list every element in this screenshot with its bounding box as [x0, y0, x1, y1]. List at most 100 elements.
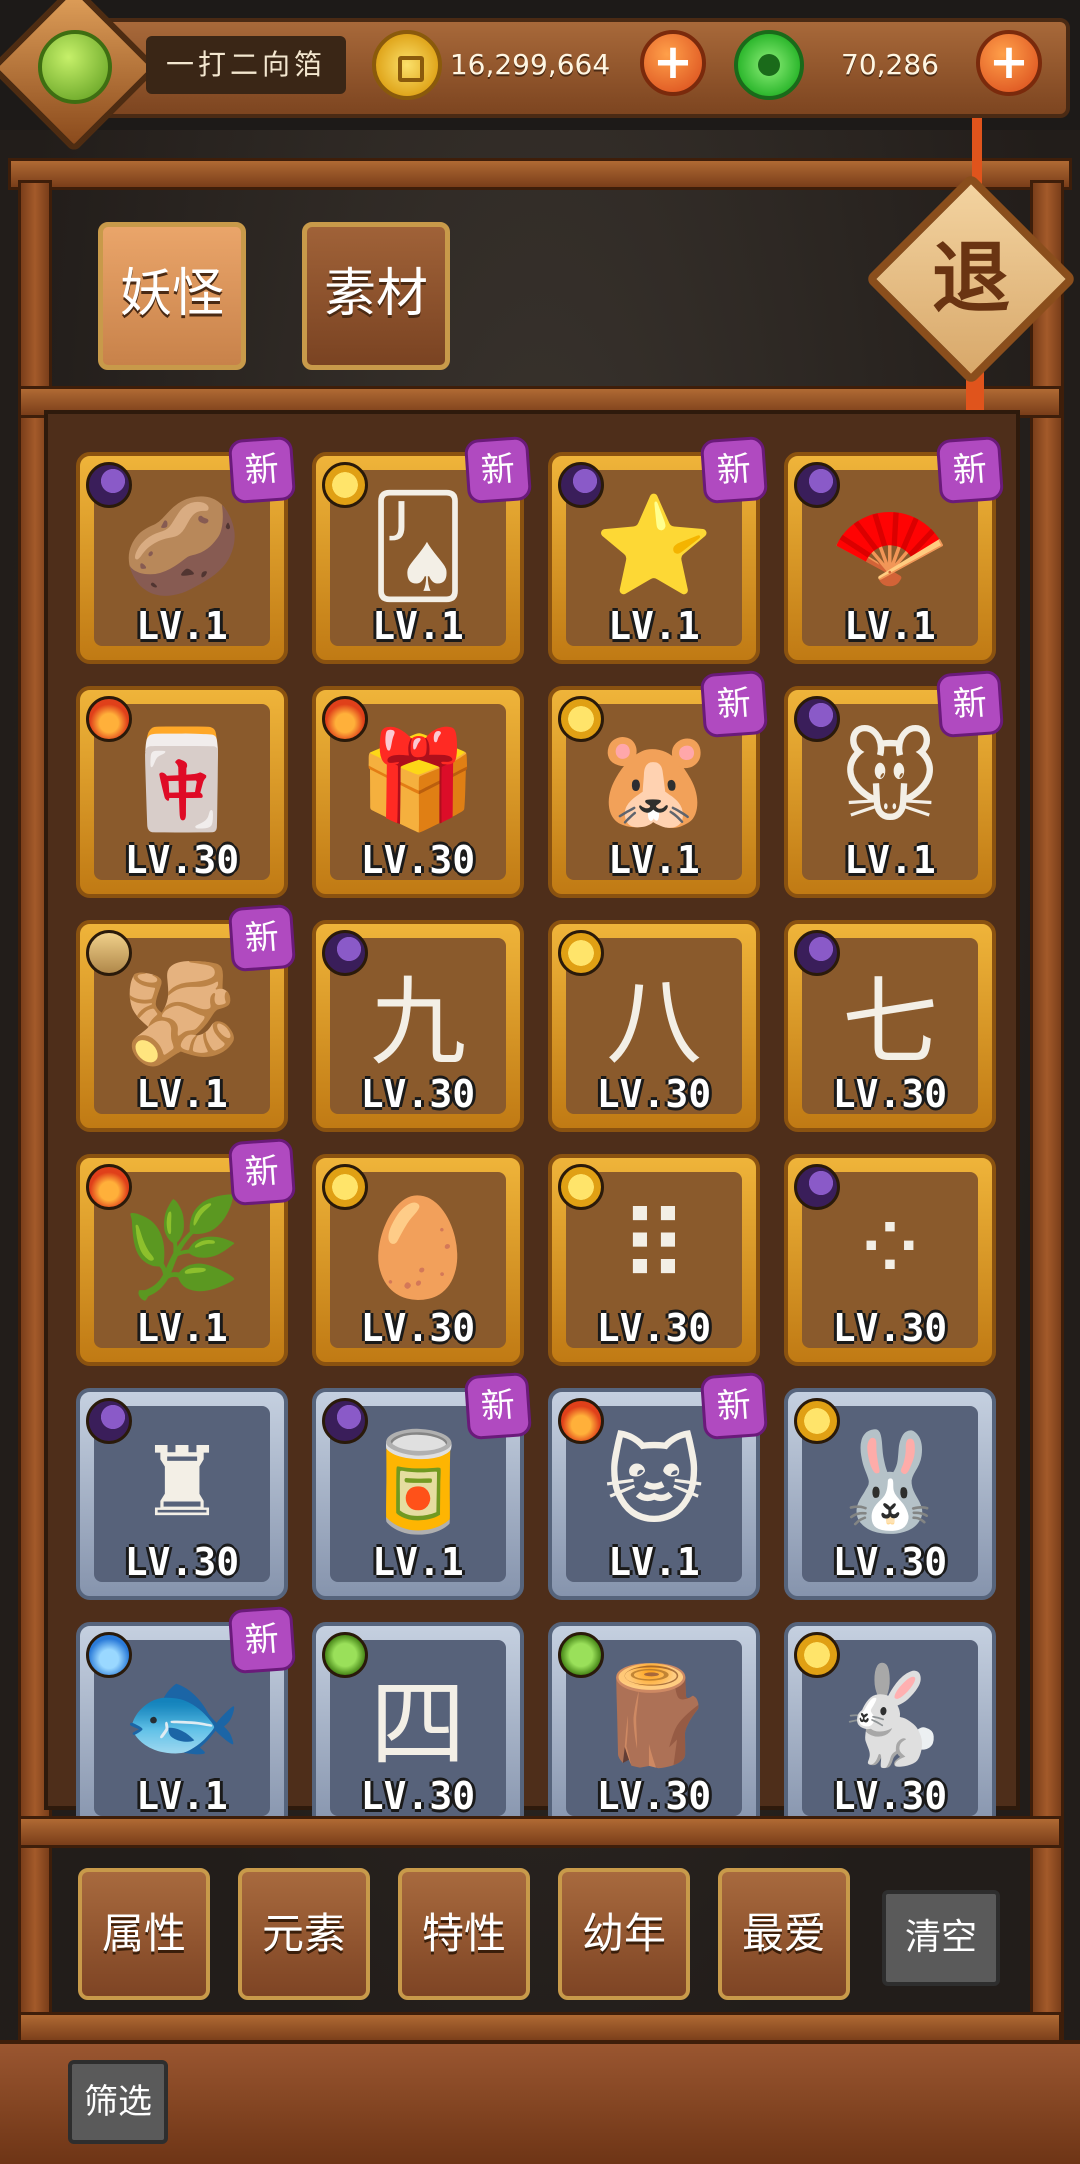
monster-art-icon: 九: [370, 966, 466, 1079]
level-label: LV.1: [136, 604, 228, 648]
monster-art-icon: 🥚: [358, 1191, 478, 1304]
leaf-element-icon: [558, 1632, 604, 1678]
level-label: LV.1: [136, 1306, 228, 1350]
screen-filter-button[interactable]: 筛选: [68, 2060, 168, 2144]
level-label: LV.30: [124, 1540, 240, 1584]
add-gold-button[interactable]: +: [640, 30, 706, 96]
monster-card[interactable]: ⠿ LV.30: [548, 1154, 760, 1366]
sun-element-icon: [322, 462, 368, 508]
monster-card[interactable]: 🫚 新 LV.1: [76, 903, 297, 1132]
top-bar: 一打二向箔 16,299,664 + 70,286 +: [0, 0, 1080, 153]
monster-card[interactable]: 🐱 新 LV.1: [548, 1371, 769, 1600]
leaf-element-icon: [322, 1632, 368, 1678]
earth-element-icon: [86, 930, 132, 976]
level-label: LV.1: [844, 604, 936, 648]
clear-button[interactable]: 清空: [882, 1890, 1000, 1986]
monster-card[interactable]: 四 LV.30: [312, 1622, 524, 1834]
monster-card[interactable]: 🀄 LV.30: [76, 686, 288, 898]
player-name: 一打二向箔: [146, 36, 346, 94]
level-label: LV.30: [360, 1306, 476, 1350]
monster-card[interactable]: 🥫 新 LV.1: [312, 1371, 533, 1600]
fire-element-icon: [86, 696, 132, 742]
right-post: [1030, 180, 1064, 2066]
monster-card[interactable]: 🐟 新 LV.1: [76, 1605, 297, 1834]
water-element-icon: [86, 1632, 132, 1678]
monster-art-icon: ⠿: [618, 1191, 690, 1304]
sun-element-icon: [794, 1632, 840, 1678]
monster-art-icon: 🪭: [830, 489, 950, 602]
monster-card[interactable]: 🎁 LV.30: [312, 686, 524, 898]
tab-materials[interactable]: 素材: [302, 222, 450, 370]
monster-art-icon: 🐹: [594, 723, 714, 836]
monster-art-icon: 🐱: [603, 1425, 705, 1538]
level-label: LV.30: [832, 1774, 948, 1818]
monster-card[interactable]: 🥚 LV.30: [312, 1154, 524, 1366]
filter-favorite-button[interactable]: 最爱: [718, 1868, 850, 2000]
level-label: LV.1: [608, 1540, 700, 1584]
new-badge: 新: [699, 669, 769, 739]
monster-card[interactable]: 🪭 新 LV.1: [784, 435, 1005, 664]
moon-element-icon: [794, 930, 840, 976]
monster-art-icon: ⭐: [594, 489, 714, 602]
monster-card[interactable]: 🐭 新 LV.1: [784, 669, 1005, 898]
monster-card[interactable]: ⁘ LV.30: [784, 1154, 996, 1366]
monster-card[interactable]: 🥔 新 LV.1: [76, 435, 297, 664]
filter-attribute-button[interactable]: 属性: [78, 1868, 210, 2000]
monster-card[interactable]: 🪵 LV.30: [548, 1622, 760, 1834]
monster-card[interactable]: ♜ LV.30: [76, 1388, 288, 1600]
fire-element-icon: [558, 1398, 604, 1444]
level-label: LV.1: [608, 604, 700, 648]
level-label: LV.1: [136, 1774, 228, 1818]
monster-art-icon: 🐟: [122, 1659, 242, 1772]
monster-art-icon: 🐇: [830, 1659, 950, 1772]
monster-card[interactable]: 九 LV.30: [312, 920, 524, 1132]
monster-art-icon: 🀄: [122, 723, 242, 836]
jade-coin-icon: [734, 30, 804, 100]
monster-card[interactable]: 🐰 LV.30: [784, 1388, 996, 1600]
monster-art-icon: 🎁: [358, 723, 478, 836]
level-label: LV.1: [844, 838, 936, 882]
filter-trait-button[interactable]: 特性: [398, 1868, 530, 2000]
monster-card[interactable]: 🐹 新 LV.1: [548, 669, 769, 898]
monster-art-icon: 七: [842, 966, 938, 1079]
monster-art-icon: ⁘: [849, 1191, 931, 1304]
sun-element-icon: [558, 1164, 604, 1210]
add-jade-button[interactable]: +: [976, 30, 1042, 96]
monster-art-icon: 八: [606, 966, 702, 1079]
monster-card[interactable]: ⭐ 新 LV.1: [548, 435, 769, 664]
sun-element-icon: [558, 930, 604, 976]
new-badge: 新: [935, 435, 1005, 505]
new-badge: 新: [935, 669, 1005, 739]
sun-element-icon: [558, 696, 604, 742]
monster-art-icon: 🐭: [839, 723, 941, 836]
monster-art-icon: 四: [370, 1668, 466, 1781]
monster-card[interactable]: 🌿 新 LV.1: [76, 1137, 297, 1366]
level-label: LV.30: [596, 1306, 712, 1350]
monster-art-icon: 🪵: [594, 1659, 714, 1772]
new-badge: 新: [699, 435, 769, 505]
level-label: LV.30: [360, 838, 476, 882]
moon-element-icon: [86, 1398, 132, 1444]
sun-element-icon: [322, 1164, 368, 1210]
avatar-icon[interactable]: [38, 30, 112, 104]
level-label: LV.1: [372, 1540, 464, 1584]
moon-element-icon: [322, 930, 368, 976]
filter-element-button[interactable]: 元素: [238, 1868, 370, 2000]
tab-monsters[interactable]: 妖怪: [98, 222, 246, 370]
new-badge: 新: [227, 903, 297, 973]
moon-element-icon: [322, 1398, 368, 1444]
new-badge: 新: [463, 1371, 533, 1441]
filter-juvenile-button[interactable]: 幼年: [558, 1868, 690, 2000]
monster-card[interactable]: 🐇 LV.30: [784, 1622, 996, 1834]
monster-art-icon: ♜: [138, 1425, 226, 1538]
monster-art-icon: 🫚: [122, 957, 242, 1070]
exit-label[interactable]: 退: [896, 204, 1046, 354]
monster-card[interactable]: 七 LV.30: [784, 920, 996, 1132]
monster-art-icon: 🥫: [358, 1425, 478, 1538]
level-label: LV.30: [360, 1072, 476, 1116]
top-beam: [8, 158, 1072, 190]
monster-card[interactable]: 🂫 新 LV.1: [312, 435, 533, 664]
level-label: LV.30: [832, 1072, 948, 1116]
monster-card[interactable]: 八 LV.30: [548, 920, 760, 1132]
jade-amount: 70,286: [841, 48, 939, 81]
